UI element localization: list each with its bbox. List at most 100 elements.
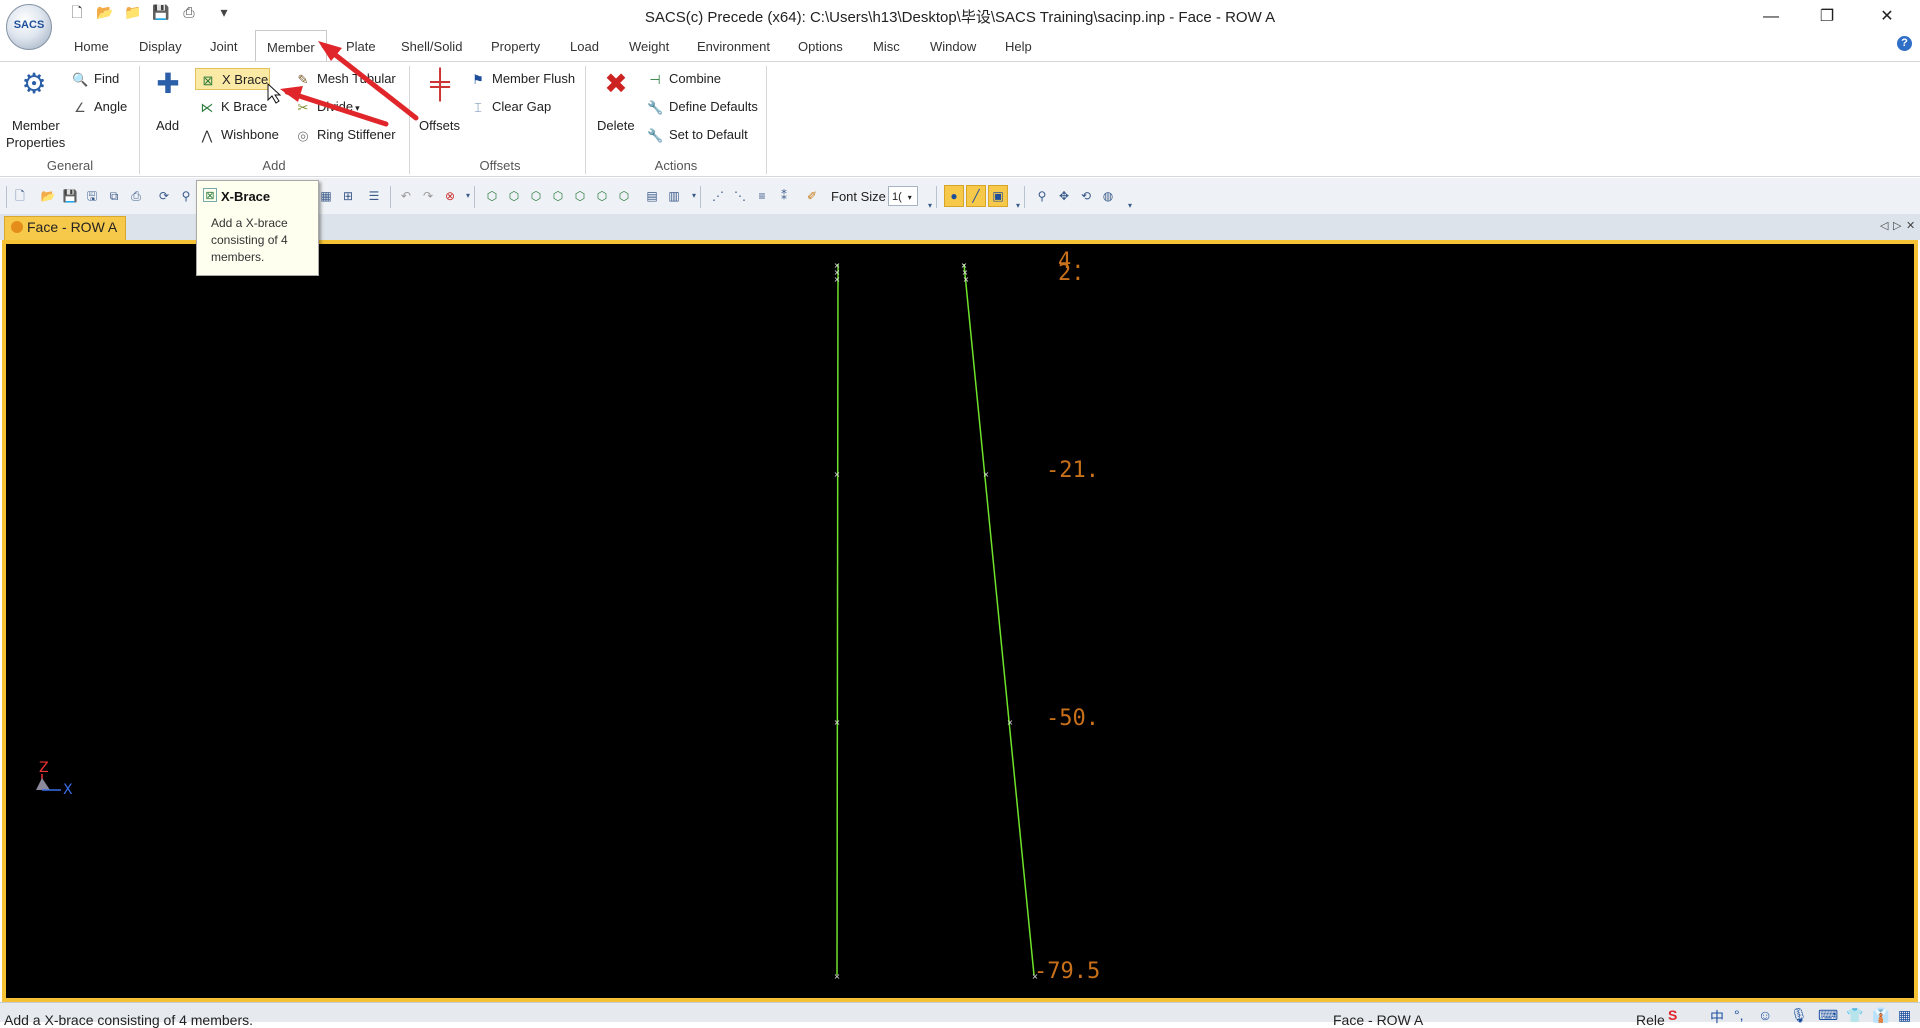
tools-grid-icon[interactable]: ▦ <box>1898 1007 1911 1024</box>
open-folder-icon[interactable]: 📂 <box>96 3 114 21</box>
document-tab[interactable]: Face - ROW A <box>4 216 127 240</box>
keyboard-icon[interactable]: ⌨ <box>1818 1007 1838 1024</box>
joint-marker[interactable]: × <box>834 275 841 284</box>
chevron-down-icon[interactable]: ▾ <box>1122 198 1138 214</box>
list-icon[interactable]: ☰ <box>366 188 382 204</box>
undo-icon[interactable]: ↶ <box>398 188 414 204</box>
skin-icon[interactable]: 👔 <box>1872 1007 1889 1024</box>
view-iso-icon[interactable]: ⬡ <box>616 188 632 204</box>
new-document-icon[interactable]: 🗋 <box>12 188 28 204</box>
tab-home[interactable]: Home <box>74 39 109 54</box>
application-menu-button[interactable]: SACS <box>6 4 52 50</box>
tab-options[interactable]: Options <box>798 39 843 54</box>
model-canvas[interactable]: × × × × × × × × × × × × 4. 2. -21. -50. … <box>6 244 1914 998</box>
microphone-icon[interactable]: 🎙 <box>1790 1007 1808 1024</box>
print-icon[interactable]: ⎙ <box>180 3 198 21</box>
tab-plate[interactable]: Plate <box>346 39 376 54</box>
joint-marker[interactable]: × <box>834 470 841 479</box>
leg-member-left[interactable] <box>836 263 839 976</box>
help-icon[interactable]: ? <box>1897 36 1912 51</box>
grid-icon[interactable]: ⊞ <box>340 188 356 204</box>
zoom-icon[interactable]: ⚲ <box>178 188 194 204</box>
tab-weight[interactable]: Weight <box>629 39 669 54</box>
joint-label-icon[interactable]: ⋰ <box>710 188 726 204</box>
pan-icon[interactable]: ✥ <box>1056 188 1072 204</box>
tab-joint[interactable]: Joint <box>210 39 237 54</box>
shirt-icon[interactable]: 👕 <box>1846 1007 1863 1024</box>
window-split-icon[interactable]: ▥ <box>666 188 682 204</box>
set-to-default-button[interactable]: 🔧 Set to Default <box>647 127 748 144</box>
new-file-icon[interactable]: 🗋 <box>68 3 86 21</box>
view-right-icon[interactable]: ⬡ <box>550 188 566 204</box>
brush-icon[interactable]: ✐ <box>804 188 820 204</box>
joint-marker[interactable]: × <box>963 275 970 284</box>
ring-stiffener-button[interactable]: ◎ Ring Stiffener <box>295 127 395 144</box>
tab-display[interactable]: Display <box>139 39 182 54</box>
window-layout-icon[interactable]: ▤ <box>644 188 660 204</box>
tab-misc[interactable]: Misc <box>873 39 900 54</box>
view-top-icon[interactable]: ⬡ <box>572 188 588 204</box>
scroll-tabs-right-icon[interactable]: ▷ <box>1893 219 1901 232</box>
member-label-icon[interactable]: ⋱ <box>732 188 748 204</box>
model-viewport[interactable]: × × × × × × × × × × × × 4. 2. -21. -50. … <box>6 244 1914 998</box>
find-button[interactable]: 🔍 Find <box>72 71 119 88</box>
zoom-in-icon[interactable]: ⚲ <box>1034 188 1050 204</box>
open-icon[interactable]: 📁 <box>124 3 142 21</box>
font-size-select[interactable]: 1(▾ <box>888 186 918 206</box>
tab-member[interactable]: Member <box>255 30 327 61</box>
leg-member-right[interactable] <box>963 263 1035 976</box>
joint-marker[interactable]: × <box>983 470 990 479</box>
tab-window[interactable]: Window <box>930 39 976 54</box>
close-document-icon[interactable]: ✕ <box>1906 219 1915 232</box>
member-flush-button[interactable]: ⚑ Member Flush <box>470 71 575 88</box>
define-defaults-button[interactable]: 🔧 Define Defaults <box>647 99 758 116</box>
delete-button[interactable]: Delete <box>597 118 635 133</box>
customize-dropdown-icon[interactable]: ▾ <box>215 3 233 21</box>
show-joints-toggle[interactable]: ● <box>944 185 964 207</box>
tab-load[interactable]: Load <box>570 39 599 54</box>
view-icon[interactable]: ▦ <box>318 188 334 204</box>
x-brace-button[interactable]: ⊠ X Brace <box>195 68 270 90</box>
group-label-icon[interactable]: ≡ <box>754 188 770 204</box>
view-left-icon[interactable]: ⬡ <box>528 188 544 204</box>
view-front-icon[interactable]: ⬡ <box>484 188 500 204</box>
joint-marker[interactable]: × <box>834 718 841 727</box>
open-icon[interactable]: 📂 <box>40 188 56 204</box>
wishbone-button[interactable]: ⋀ Wishbone <box>199 127 279 144</box>
angle-button[interactable]: ∠ Angle <box>72 99 127 116</box>
redo-icon[interactable]: ↷ <box>420 188 436 204</box>
close-icon[interactable]: ✕ <box>1864 0 1910 34</box>
tab-property[interactable]: Property <box>491 39 540 54</box>
show-plates-toggle[interactable]: ▣ <box>988 185 1008 207</box>
k-brace-button[interactable]: ⋉ K Brace <box>199 99 268 116</box>
section-label-icon[interactable]: ⁑ <box>776 188 792 204</box>
copy-icon[interactable]: ⧉ <box>106 188 122 204</box>
save-icon[interactable]: 💾 <box>152 3 170 21</box>
scroll-tabs-left-icon[interactable]: ◁ <box>1880 219 1888 232</box>
offsets-button[interactable]: Offsets <box>419 118 460 133</box>
show-members-toggle[interactable]: ╱ <box>966 185 986 207</box>
combine-button[interactable]: ⊣ Combine <box>647 71 721 88</box>
ime-chinese-icon[interactable]: 中 <box>1710 1007 1724 1027</box>
mesh-tubular-button[interactable]: ✎ Mesh Tubular <box>295 71 396 88</box>
joint-marker[interactable]: × <box>834 972 841 981</box>
save-all-icon[interactable]: 🖫 <box>84 188 100 204</box>
globe-icon[interactable]: ◍ <box>1100 188 1116 204</box>
tab-environment[interactable]: Environment <box>697 39 770 54</box>
member-properties-button[interactable]: Member Properties <box>6 118 65 150</box>
clear-gap-button[interactable]: ⌶ Clear Gap <box>470 99 551 116</box>
print-icon[interactable]: ⎙ <box>128 188 144 204</box>
divide-button[interactable]: ✂ Divide ▾ <box>295 99 360 116</box>
delete-icon[interactable]: ⊗ <box>442 188 458 204</box>
tab-help[interactable]: Help <box>1005 39 1032 54</box>
tab-shell-solid[interactable]: Shell/Solid <box>401 39 462 54</box>
redraw-icon[interactable]: ⟳ <box>156 188 172 204</box>
restore-icon[interactable]: ❐ <box>1804 0 1850 34</box>
add-button[interactable]: Add <box>156 118 179 133</box>
rotate-icon[interactable]: ⟲ <box>1078 188 1094 204</box>
joint-marker[interactable]: × <box>1007 718 1014 727</box>
view-back-icon[interactable]: ⬡ <box>506 188 522 204</box>
view-bottom-icon[interactable]: ⬡ <box>594 188 610 204</box>
minimize-icon[interactable]: — <box>1748 0 1794 34</box>
save-icon[interactable]: 💾 <box>62 188 78 204</box>
